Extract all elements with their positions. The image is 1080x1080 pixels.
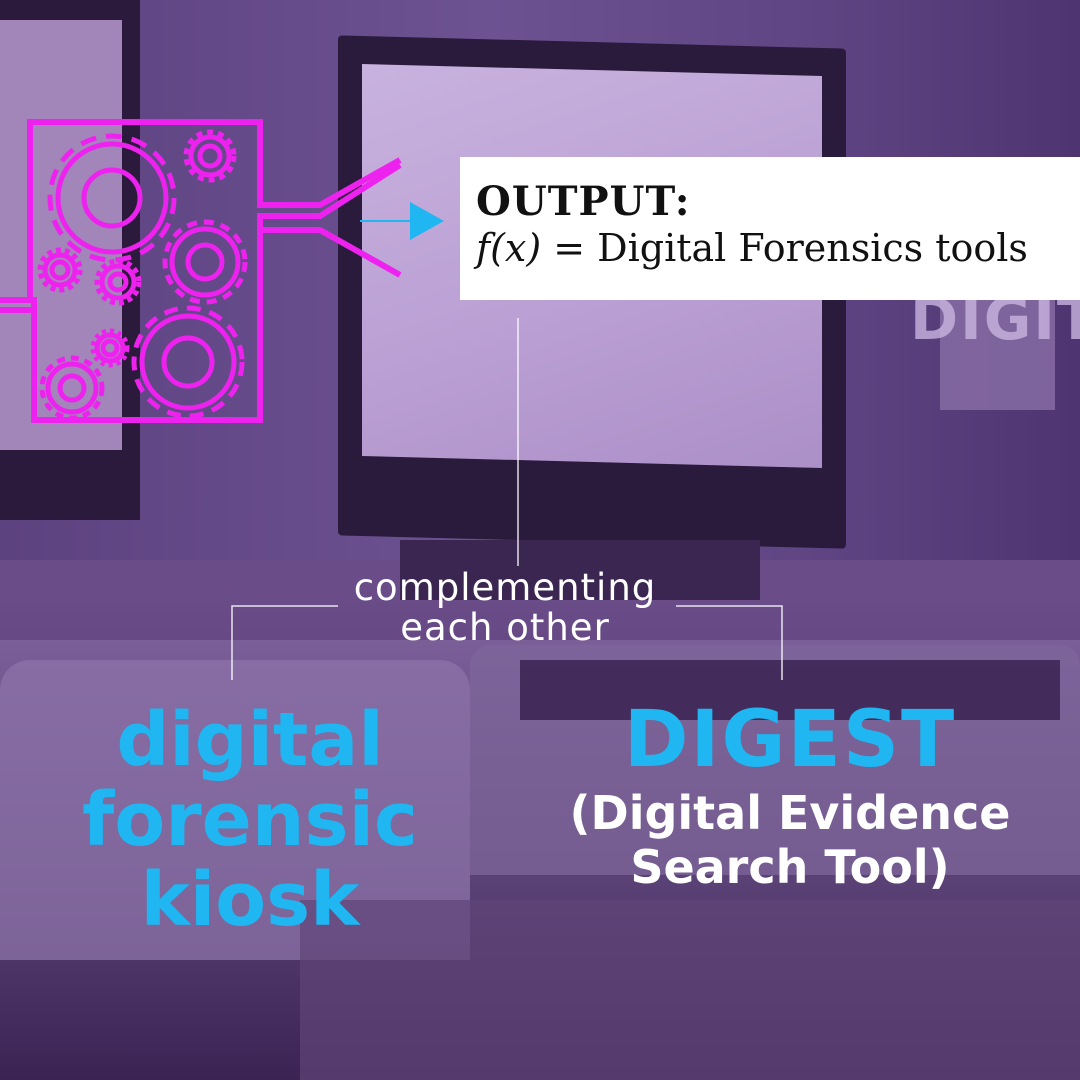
complementing-line-1: complementing: [353, 566, 657, 609]
digest-subtitle-line-2: Search Tool): [630, 840, 950, 894]
complementing-line-2: each other: [400, 606, 610, 649]
digest-subtitle: (Digital Evidence Search Tool): [540, 786, 1040, 894]
kiosk-line-2: forensic: [82, 777, 418, 863]
digest-title: DIGEST: [623, 695, 957, 785]
kiosk-line-3: kiosk: [140, 857, 360, 943]
digital-forensic-kiosk-label: digital forensic kiosk: [40, 700, 460, 940]
graphic-stage: DIGIT OUTPUT: f(x) = Digital Forensics t…: [0, 0, 1080, 1080]
kiosk-line-1: digital: [116, 697, 384, 783]
complementing-label: complementing each other: [330, 568, 680, 648]
digest-subtitle-line-1: (Digital Evidence: [569, 786, 1011, 840]
